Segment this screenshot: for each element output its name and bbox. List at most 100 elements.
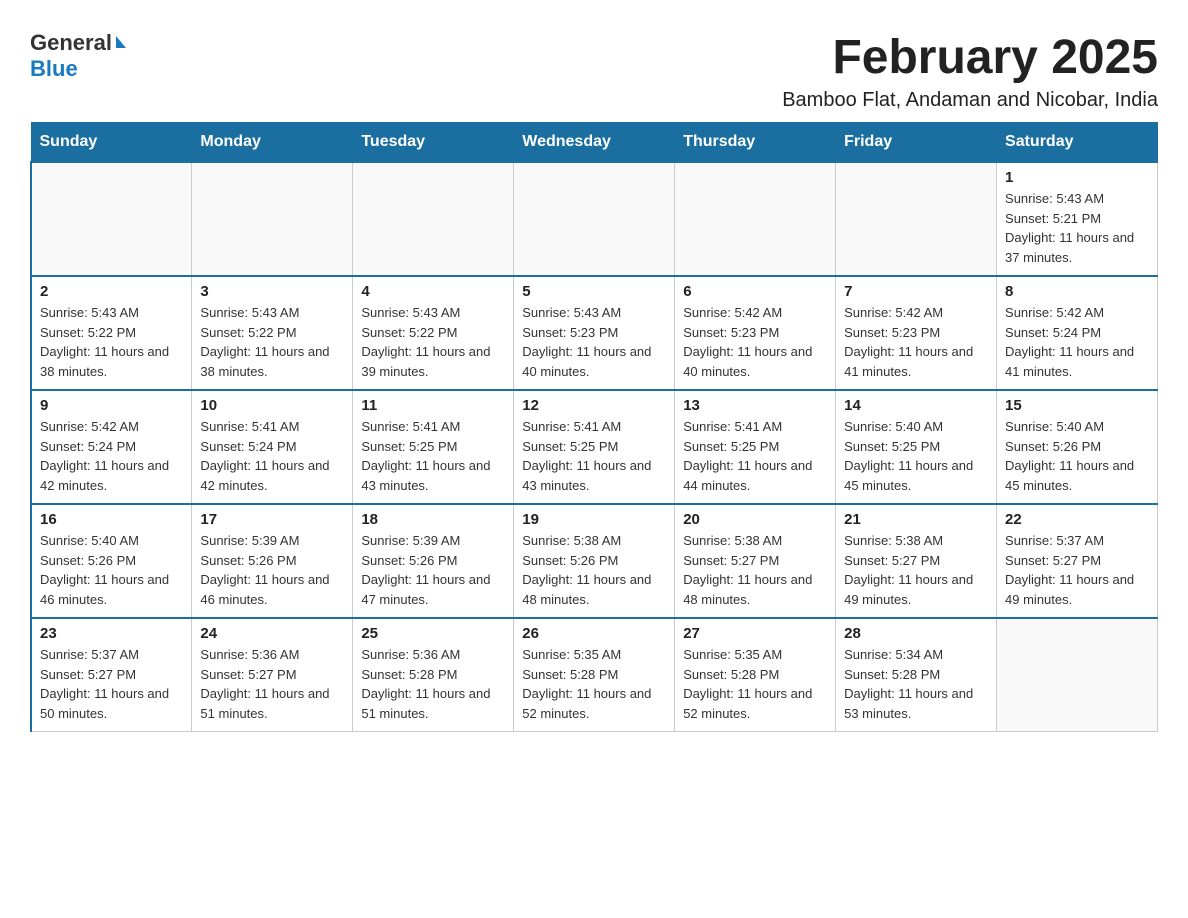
calendar-cell: 9 Sunrise: 5:42 AM Sunset: 5:24 PM Daylig… bbox=[31, 390, 192, 504]
day-info: Sunrise: 5:42 AM Sunset: 5:23 PM Dayligh… bbox=[683, 303, 827, 381]
calendar-cell: 8 Sunrise: 5:42 AM Sunset: 5:24 PM Daylig… bbox=[997, 276, 1158, 390]
week-row-5: 23 Sunrise: 5:37 AM Sunset: 5:27 PM Dayli… bbox=[31, 618, 1158, 732]
day-info: Sunrise: 5:41 AM Sunset: 5:25 PM Dayligh… bbox=[361, 417, 505, 495]
day-number: 19 bbox=[522, 511, 666, 528]
day-number: 23 bbox=[40, 625, 183, 642]
day-number: 20 bbox=[683, 511, 827, 528]
page-title: February 2025 bbox=[782, 30, 1158, 85]
day-info: Sunrise: 5:43 AM Sunset: 5:21 PM Dayligh… bbox=[1005, 189, 1149, 267]
calendar-cell: 10 Sunrise: 5:41 AM Sunset: 5:24 PM Dayli… bbox=[192, 390, 353, 504]
calendar-cell: 21Sunrise: 5:38 AM Sunset: 5:27 PM Dayli… bbox=[836, 504, 997, 618]
day-info: Sunrise: 5:42 AM Sunset: 5:24 PM Dayligh… bbox=[1005, 303, 1149, 381]
logo-general-word: General bbox=[30, 30, 112, 56]
calendar-cell: 17 Sunrise: 5:39 AM Sunset: 5:26 PM Dayli… bbox=[192, 504, 353, 618]
header-row: SundayMondayTuesdayWednesdayThursdayFrid… bbox=[31, 123, 1158, 163]
calendar-table: SundayMondayTuesdayWednesdayThursdayFrid… bbox=[30, 122, 1158, 732]
day-info: Sunrise: 5:39 AM Sunset: 5:26 PM Dayligh… bbox=[361, 531, 505, 609]
day-info: Sunrise: 5:43 AM Sunset: 5:23 PM Dayligh… bbox=[522, 303, 666, 381]
logo-arrow-icon bbox=[116, 36, 126, 48]
title-area: February 2025 Bamboo Flat, Andaman and N… bbox=[782, 30, 1158, 112]
day-info: Sunrise: 5:38 AM Sunset: 5:26 PM Dayligh… bbox=[522, 531, 666, 609]
day-number: 10 bbox=[200, 397, 344, 414]
day-number: 2 bbox=[40, 283, 183, 300]
day-info: Sunrise: 5:35 AM Sunset: 5:28 PM Dayligh… bbox=[683, 645, 827, 723]
day-info: Sunrise: 5:36 AM Sunset: 5:27 PM Dayligh… bbox=[200, 645, 344, 723]
day-number: 3 bbox=[200, 283, 344, 300]
day-info: Sunrise: 5:35 AM Sunset: 5:28 PM Dayligh… bbox=[522, 645, 666, 723]
week-row-1: 1 Sunrise: 5:43 AM Sunset: 5:21 PM Daylig… bbox=[31, 162, 1158, 276]
calendar-cell: 12 Sunrise: 5:41 AM Sunset: 5:25 PM Dayli… bbox=[514, 390, 675, 504]
calendar-cell: 15Sunrise: 5:40 AM Sunset: 5:26 PM Dayli… bbox=[997, 390, 1158, 504]
day-number: 8 bbox=[1005, 283, 1149, 300]
calendar-cell bbox=[514, 162, 675, 276]
calendar-cell bbox=[192, 162, 353, 276]
calendar-cell: 26Sunrise: 5:35 AM Sunset: 5:28 PM Dayli… bbox=[514, 618, 675, 732]
day-number: 17 bbox=[200, 511, 344, 528]
day-info: Sunrise: 5:41 AM Sunset: 5:25 PM Dayligh… bbox=[522, 417, 666, 495]
calendar-cell: 28 Sunrise: 5:34 AM Sunset: 5:28 PM Dayli… bbox=[836, 618, 997, 732]
calendar-cell: 22 Sunrise: 5:37 AM Sunset: 5:27 PM Dayli… bbox=[997, 504, 1158, 618]
week-row-3: 9 Sunrise: 5:42 AM Sunset: 5:24 PM Daylig… bbox=[31, 390, 1158, 504]
day-number: 9 bbox=[40, 397, 183, 414]
day-info: Sunrise: 5:38 AM Sunset: 5:27 PM Dayligh… bbox=[683, 531, 827, 609]
logo-blue-word: Blue bbox=[30, 56, 78, 82]
day-info: Sunrise: 5:39 AM Sunset: 5:26 PM Dayligh… bbox=[200, 531, 344, 609]
day-number: 5 bbox=[522, 283, 666, 300]
day-info: Sunrise: 5:37 AM Sunset: 5:27 PM Dayligh… bbox=[1005, 531, 1149, 609]
header-day-wednesday: Wednesday bbox=[514, 123, 675, 163]
calendar-cell: 25Sunrise: 5:36 AM Sunset: 5:28 PM Dayli… bbox=[353, 618, 514, 732]
day-info: Sunrise: 5:43 AM Sunset: 5:22 PM Dayligh… bbox=[40, 303, 183, 381]
calendar-cell: 19 Sunrise: 5:38 AM Sunset: 5:26 PM Dayli… bbox=[514, 504, 675, 618]
calendar-cell: 13Sunrise: 5:41 AM Sunset: 5:25 PM Dayli… bbox=[675, 390, 836, 504]
day-number: 18 bbox=[361, 511, 505, 528]
header-day-sunday: Sunday bbox=[31, 123, 192, 163]
calendar-cell: 23 Sunrise: 5:37 AM Sunset: 5:27 PM Dayli… bbox=[31, 618, 192, 732]
week-row-4: 16Sunrise: 5:40 AM Sunset: 5:26 PM Dayli… bbox=[31, 504, 1158, 618]
calendar-cell: 4Sunrise: 5:43 AM Sunset: 5:22 PM Daylig… bbox=[353, 276, 514, 390]
calendar-cell: 11 Sunrise: 5:41 AM Sunset: 5:25 PM Dayli… bbox=[353, 390, 514, 504]
calendar-header: SundayMondayTuesdayWednesdayThursdayFrid… bbox=[31, 123, 1158, 163]
day-number: 15 bbox=[1005, 397, 1149, 414]
calendar-cell: 6 Sunrise: 5:42 AM Sunset: 5:23 PM Daylig… bbox=[675, 276, 836, 390]
logo: General Blue bbox=[30, 30, 126, 82]
day-number: 6 bbox=[683, 283, 827, 300]
day-number: 12 bbox=[522, 397, 666, 414]
calendar-cell: 24Sunrise: 5:36 AM Sunset: 5:27 PM Dayli… bbox=[192, 618, 353, 732]
page-header: General Blue February 2025 Bamboo Flat, … bbox=[30, 30, 1158, 112]
day-number: 4 bbox=[361, 283, 505, 300]
day-number: 1 bbox=[1005, 169, 1149, 186]
header-day-thursday: Thursday bbox=[675, 123, 836, 163]
calendar-cell: 14 Sunrise: 5:40 AM Sunset: 5:25 PM Dayli… bbox=[836, 390, 997, 504]
calendar-cell: 18 Sunrise: 5:39 AM Sunset: 5:26 PM Dayli… bbox=[353, 504, 514, 618]
day-number: 22 bbox=[1005, 511, 1149, 528]
day-info: Sunrise: 5:41 AM Sunset: 5:25 PM Dayligh… bbox=[683, 417, 827, 495]
calendar-cell: 7 Sunrise: 5:42 AM Sunset: 5:23 PM Daylig… bbox=[836, 276, 997, 390]
week-row-2: 2 Sunrise: 5:43 AM Sunset: 5:22 PM Daylig… bbox=[31, 276, 1158, 390]
day-number: 11 bbox=[361, 397, 505, 414]
day-number: 14 bbox=[844, 397, 988, 414]
calendar-cell bbox=[836, 162, 997, 276]
day-number: 28 bbox=[844, 625, 988, 642]
calendar-cell: 27 Sunrise: 5:35 AM Sunset: 5:28 PM Dayli… bbox=[675, 618, 836, 732]
day-info: Sunrise: 5:42 AM Sunset: 5:24 PM Dayligh… bbox=[40, 417, 183, 495]
day-number: 7 bbox=[844, 283, 988, 300]
calendar-cell: 2 Sunrise: 5:43 AM Sunset: 5:22 PM Daylig… bbox=[31, 276, 192, 390]
header-day-tuesday: Tuesday bbox=[353, 123, 514, 163]
day-number: 16 bbox=[40, 511, 183, 528]
page-subtitle: Bamboo Flat, Andaman and Nicobar, India bbox=[782, 89, 1158, 112]
calendar-body: 1 Sunrise: 5:43 AM Sunset: 5:21 PM Daylig… bbox=[31, 162, 1158, 732]
day-info: Sunrise: 5:42 AM Sunset: 5:23 PM Dayligh… bbox=[844, 303, 988, 381]
day-info: Sunrise: 5:41 AM Sunset: 5:24 PM Dayligh… bbox=[200, 417, 344, 495]
day-info: Sunrise: 5:40 AM Sunset: 5:25 PM Dayligh… bbox=[844, 417, 988, 495]
calendar-cell bbox=[675, 162, 836, 276]
calendar-cell: 5 Sunrise: 5:43 AM Sunset: 5:23 PM Daylig… bbox=[514, 276, 675, 390]
calendar-cell bbox=[353, 162, 514, 276]
calendar-cell: 3Sunrise: 5:43 AM Sunset: 5:22 PM Daylig… bbox=[192, 276, 353, 390]
header-day-saturday: Saturday bbox=[997, 123, 1158, 163]
day-info: Sunrise: 5:37 AM Sunset: 5:27 PM Dayligh… bbox=[40, 645, 183, 723]
day-number: 27 bbox=[683, 625, 827, 642]
calendar-cell: 20 Sunrise: 5:38 AM Sunset: 5:27 PM Dayli… bbox=[675, 504, 836, 618]
day-info: Sunrise: 5:38 AM Sunset: 5:27 PM Dayligh… bbox=[844, 531, 988, 609]
calendar-cell bbox=[31, 162, 192, 276]
day-info: Sunrise: 5:34 AM Sunset: 5:28 PM Dayligh… bbox=[844, 645, 988, 723]
